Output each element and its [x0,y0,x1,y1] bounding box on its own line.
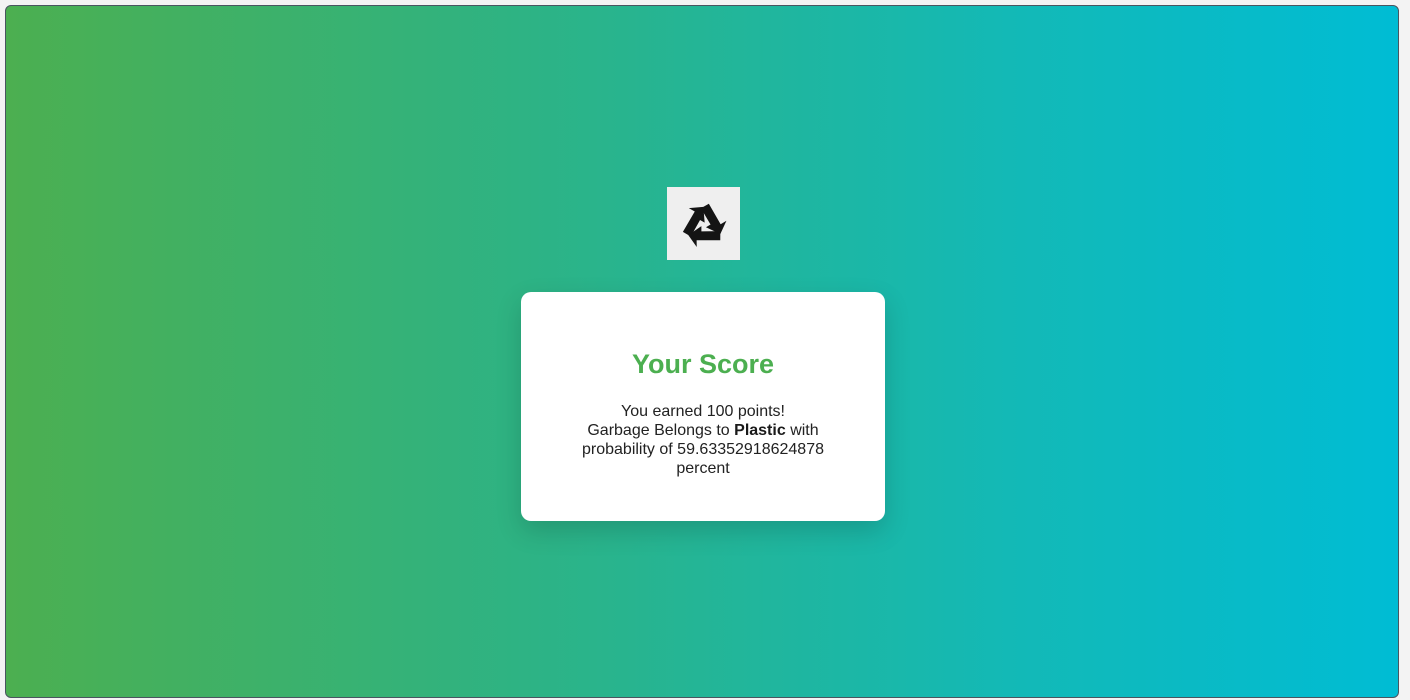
score-details: You earned 100 points! Garbage Belongs t… [558,402,848,478]
recycle-icon [682,200,731,253]
points-text: You earned 100 points! [621,403,785,420]
recycle-logo [667,187,740,260]
app-window: Your Score You earned 100 points! Garbag… [5,5,1399,698]
score-title: Your Score [631,349,775,379]
probability-value: 59.63352918624878 [677,441,824,458]
score-card: Your Score You earned 100 points! Garbag… [521,292,885,521]
belongs-prefix: Garbage Belongs to [587,422,730,439]
category-label: Plastic [734,422,786,439]
probability-unit: percent [676,460,730,477]
